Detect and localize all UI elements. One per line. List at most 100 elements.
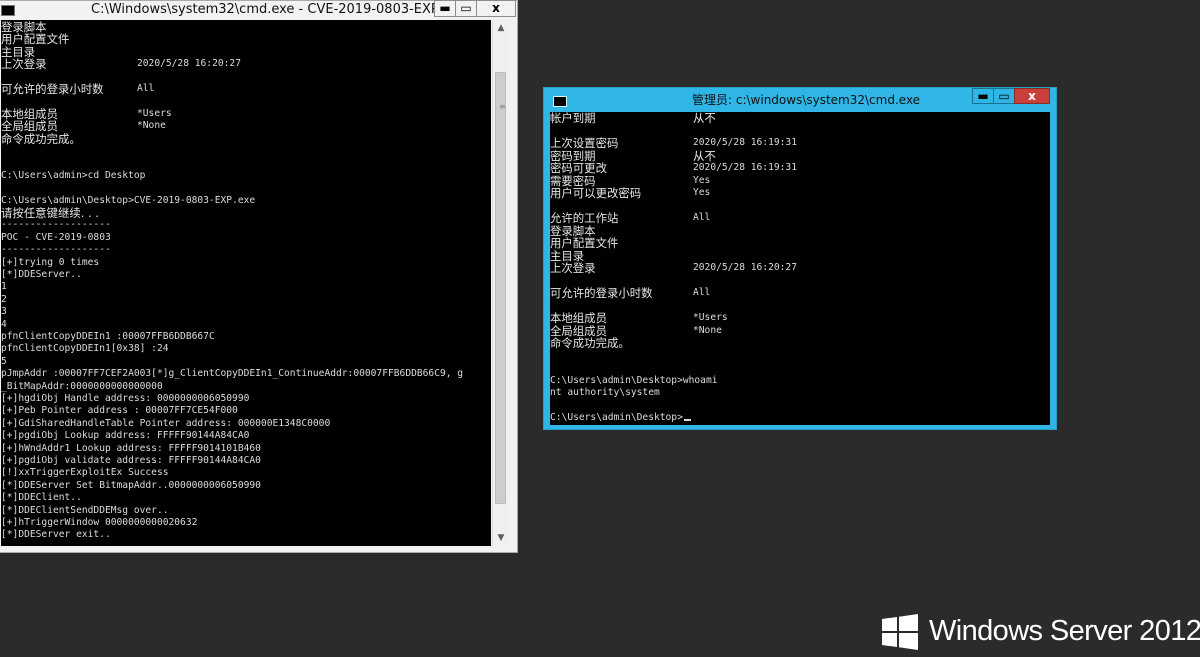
cmd-window-exploit[interactable]: C:\Windows\system32\cmd.exe - CVE-2019-0… <box>0 0 518 553</box>
console-line-value: 2020/5/28 16:19:31 <box>693 137 797 148</box>
console-line-text: 4 <box>1 318 7 330</box>
console-line-text: pJmpAddr :00007FF7CEF2A003[*]g_ClientCop… <box>1 368 464 380</box>
console-line-text: 帐户到期 <box>550 112 596 125</box>
console-line: 密码到期 <box>550 150 596 162</box>
console-line-text: nt authority\system <box>550 387 660 398</box>
console-line-text: [*]DDEClient.. <box>1 492 82 504</box>
console-line: 5 <box>1 356 7 368</box>
maximize-button[interactable]: ▭ <box>455 0 477 17</box>
console-line: 上次登录 <box>1 58 47 70</box>
console-line-text: [*]DDEServer Set BitmapAddr..00000000060… <box>1 479 261 491</box>
console-line: [*]DDEClientSendDDEMsg over.. <box>1 505 169 517</box>
minimize-button[interactable]: ▬ <box>972 88 994 104</box>
console-line-text: 用户可以更改密码 <box>550 186 642 200</box>
console-line: [+]hWndAddr1 Lookup address: FFFFF901410… <box>1 443 261 455</box>
console-line-value: Yes <box>693 174 711 186</box>
console-line: 用户配置文件 <box>550 237 618 249</box>
console-line-text: 命令成功完成。 <box>1 131 81 146</box>
console-line-text: [+]trying 0 times <box>1 256 100 268</box>
window-title: 管理员: c:\windows\system32\cmd.exe <box>692 93 921 107</box>
console-line-text: 可允许的登录小时数 <box>1 82 104 96</box>
console-output[interactable]: 帐户到期 从不 上次设置密码 2020/5/28 16:19:31 密码到期 从不 密码可更… <box>550 112 1050 425</box>
console-line-text: [+]hTriggerWindow 0000000000020632 <box>1 517 198 528</box>
console-line: _BitMapAddr:0000000000000000 <box>1 381 163 393</box>
console-line: 上次登录 <box>550 262 596 274</box>
console-line: 可允许的登录小时数 <box>1 83 104 95</box>
scroll-grip-icon: ≡ <box>499 102 506 111</box>
console-line: [*]DDEServer exit.. <box>1 529 111 541</box>
console-line-value: 从不 <box>693 112 716 125</box>
console-line-text: C:\Users\admin>cd Desktop <box>1 169 146 181</box>
console-line: 2 <box>1 294 7 306</box>
console-line-text: [!]xxTriggerExploitEx Success <box>1 467 169 479</box>
console-line: [*]DDEServer.. <box>1 269 82 281</box>
console-line-text: 2 <box>1 293 7 305</box>
console-line: pfnClientCopyDDEIn1[0x38] :24 <box>1 343 169 355</box>
title-bar[interactable]: C:\Windows\system32\cmd.exe - CVE-2019-0… <box>0 0 517 19</box>
console-line: [*]DDEServer Set BitmapAddr..00000000060… <box>1 480 261 492</box>
console-line-text: pfnClientCopyDDEIn1[0x38] :24 <box>1 343 169 355</box>
console-line-value: All <box>693 287 711 298</box>
console-line: 全局组成员 <box>550 325 607 337</box>
console-line: 主目录 <box>1 46 35 58</box>
maximize-button[interactable]: ▭ <box>993 88 1015 104</box>
console-line-text: _BitMapAddr:0000000000000000 <box>1 380 163 392</box>
console-line: [+]Peb Pointer address : 00007FF7CE54F00… <box>1 405 238 417</box>
console-line-text: C:\Users\admin\Desktop>CVE-2019-0803-EXP… <box>1 194 256 206</box>
minimize-button[interactable]: ▬ <box>434 0 456 17</box>
console-line: 主目录 <box>550 250 584 262</box>
cmd-app-icon[interactable] <box>1 5 15 16</box>
console-output[interactable]: 登录脚本 用户配置文件 主目录 上次登录 2020/5/28 16:20:27 可允许的登… <box>1 20 491 546</box>
console-line-text: 请按任意键继续. . . <box>1 206 99 220</box>
console-line: C:\Users\admin>cd Desktop <box>1 170 145 182</box>
console-line: 4 <box>1 319 7 331</box>
console-line-value: 2020/5/28 16:20:27 <box>693 262 797 273</box>
console-line-text: 命令成功完成。 <box>550 336 630 350</box>
console-line-text: [+]pgdiObj validate address: FFFFF90144A… <box>1 455 261 466</box>
console-line: C:\Users\admin\Desktop>whoami <box>550 375 718 387</box>
console-line: [+]pgdiObj validate address: FFFFF90144A… <box>1 455 261 467</box>
console-line-text: [+]Peb Pointer address : 00007FF7CE54F00… <box>1 405 238 417</box>
console-line-value: All <box>693 212 711 223</box>
console-line-text: 5 <box>1 355 7 367</box>
console-line-text: 上次登录 <box>1 57 47 72</box>
console-line-text: [+]hgdiObj Handle address: 0000000006050… <box>1 393 250 404</box>
console-line: 登录脚本 <box>1 21 47 33</box>
console-line: [!]xxTriggerExploitEx Success <box>1 467 169 479</box>
console-line: 命令成功完成。 <box>550 337 630 349</box>
cmd-window-admin[interactable]: 管理员: c:\windows\system32\cmd.exe ▬ ▭ x 帐… <box>543 87 1057 430</box>
text-cursor <box>683 419 691 421</box>
cmd-app-icon[interactable] <box>553 96 567 107</box>
vertical-scrollbar[interactable]: ▲ ≡ ▼ <box>492 20 509 546</box>
console-line: 请按任意键继续. . . <box>1 207 99 219</box>
console-line-text: [*]DDEServer exit.. <box>1 529 111 541</box>
close-button[interactable]: x <box>476 0 516 17</box>
console-line-value: 从不 <box>693 148 716 163</box>
console-line: 可允许的登录小时数 <box>550 287 653 299</box>
close-button[interactable]: x <box>1014 88 1050 104</box>
console-line-text: 1 <box>1 281 7 293</box>
console-line: [+]pgdiObj Lookup address: FFFFF90144A84… <box>1 430 249 442</box>
console-line: 全局组成员 <box>1 120 58 132</box>
console-line: 允许的工作站 <box>550 212 618 224</box>
scroll-up-arrow-icon[interactable]: ▲ <box>493 20 509 36</box>
console-line: [*]DDEClient.. <box>1 492 82 504</box>
console-line: [+]hgdiObj Handle address: 0000000006050… <box>1 393 249 405</box>
console-line: 密码可更改 <box>550 162 607 174</box>
console-line-value: *Users <box>693 312 728 323</box>
window-title: C:\Windows\system32\cmd.exe - CVE-2019-0… <box>91 2 464 17</box>
scroll-down-arrow-icon[interactable]: ▼ <box>493 530 509 546</box>
console-line: 帐户到期 <box>550 112 596 124</box>
brand-text: Windows Server 2012 <box>929 615 1200 647</box>
console-line: [+]trying 0 times <box>1 257 99 269</box>
console-line: C:\Users\admin\Desktop> <box>550 412 691 424</box>
console-line: 用户配置文件 <box>1 33 69 45</box>
scrollbar-thumb[interactable]: ≡ <box>495 72 506 504</box>
console-line-text: C:\Users\admin\Desktop>whoami <box>550 374 718 386</box>
console-line: ------------------- <box>1 219 111 231</box>
console-line-value: *None <box>693 324 722 336</box>
console-line: 命令成功完成。 <box>1 133 81 145</box>
console-line-text: [+]pgdiObj Lookup address: FFFFF90144A84… <box>1 430 250 442</box>
console-line: 上次设置密码 <box>550 137 618 149</box>
console-line: 登录脚本 <box>550 225 596 237</box>
